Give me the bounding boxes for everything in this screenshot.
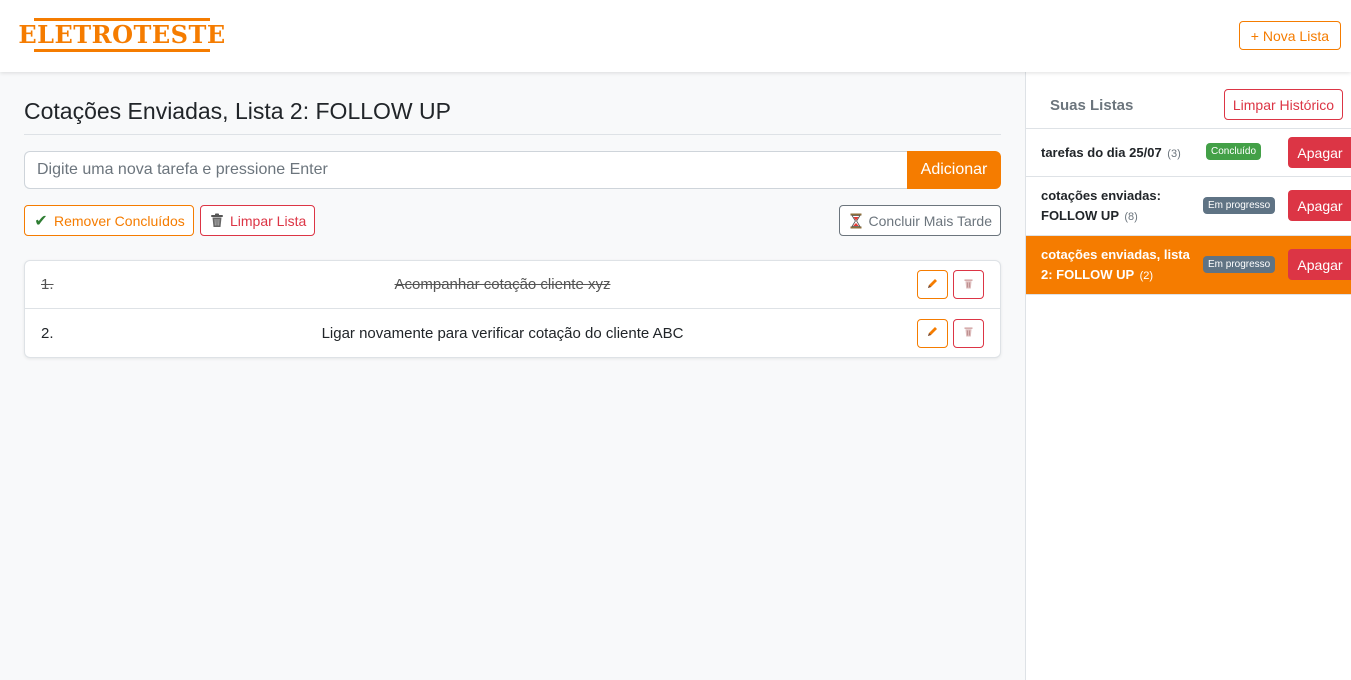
title-divider	[24, 134, 1001, 135]
task-row[interactable]: 2. Ligar novamente para verificar cotaçã…	[25, 309, 1000, 357]
list-item[interactable]: tarefas do dia 25/07 (3) Concluído Apaga…	[1026, 129, 1351, 177]
list-item-title-line2: FOLLOW UP	[1041, 208, 1119, 223]
task-actions	[917, 270, 984, 299]
list-item-title-line2: 2: FOLLOW UP	[1041, 267, 1134, 282]
trash-icon	[964, 278, 973, 292]
clear-list-button[interactable]: Limpar Lista	[200, 205, 316, 236]
list-item-count: (3)	[1167, 148, 1181, 160]
new-task-form: Adicionar	[24, 151, 1001, 189]
task-list: 1. Acompanhar cotação cliente xyz 2. Lig…	[24, 260, 1001, 358]
edit-task-button[interactable]	[917, 318, 948, 348]
remove-completed-label: Remover Concluídos	[54, 212, 185, 229]
list-item-title-line1: cotações enviadas, lista	[1041, 247, 1190, 262]
new-task-input[interactable]	[24, 151, 907, 189]
clear-list-label: Limpar Lista	[230, 212, 307, 229]
list-item-title-line1: cotações enviadas:	[1041, 188, 1161, 203]
top-navbar: ELETROTESTE + Nova Lista	[0, 0, 1351, 72]
task-row[interactable]: 1. Acompanhar cotação cliente xyz	[25, 261, 1000, 309]
finish-later-button[interactable]: Concluir Mais Tarde	[838, 205, 1001, 236]
delete-task-button[interactable]	[953, 318, 984, 348]
delete-task-button[interactable]	[953, 270, 984, 299]
list-item[interactable]: cotações enviadas: FOLLOW UP (8) Em prog…	[1026, 177, 1351, 236]
status-badge: Concluído	[1206, 143, 1262, 160]
edit-task-button[interactable]	[917, 270, 948, 299]
status-badge: Em progresso	[1203, 256, 1276, 273]
brand-logo-text: ELETROTESTE	[18, 20, 226, 49]
add-task-button[interactable]: Adicionar	[907, 151, 1001, 189]
clear-history-button[interactable]: Limpar Histórico	[1223, 89, 1343, 120]
delete-list-button[interactable]: Apagar	[1288, 190, 1351, 221]
new-list-button[interactable]: + Nova Lista	[1238, 21, 1341, 50]
list-item-active[interactable]: cotações enviadas, lista 2: FOLLOW UP (2…	[1026, 236, 1351, 295]
task-number: 2.	[41, 324, 54, 342]
sidebar-header: Suas Listas Limpar Histórico	[1026, 72, 1351, 129]
pencil-icon	[927, 326, 938, 340]
task-text[interactable]: Ligar novamente para verificar cotação d…	[85, 325, 920, 342]
check-icon: ✔	[34, 212, 48, 230]
trash-icon	[209, 213, 225, 229]
sidebar-title: Suas Listas	[1050, 97, 1134, 114]
delete-list-button[interactable]: Apagar	[1288, 137, 1351, 168]
remove-completed-button[interactable]: ✔ Remover Concluídos	[24, 205, 194, 236]
list-item-title: tarefas do dia 25/07	[1041, 145, 1162, 160]
list-item-name: cotações enviadas, lista 2: FOLLOW UP (2…	[1041, 245, 1190, 286]
list-item-count: (8)	[1124, 211, 1138, 223]
trash-icon	[964, 326, 973, 340]
finish-later-label: Concluir Mais Tarde	[868, 212, 992, 229]
task-text[interactable]: Acompanhar cotação cliente xyz	[85, 276, 920, 293]
page-title: Cotações Enviadas, Lista 2: FOLLOW UP	[24, 98, 451, 124]
pencil-icon	[927, 278, 938, 292]
delete-list-button[interactable]: Apagar	[1288, 249, 1351, 280]
task-number: 1.	[41, 276, 54, 293]
list-item-name: tarefas do dia 25/07 (3)	[1041, 143, 1181, 164]
list-actions: ✔ Remover Concluídos Limpar Lista Conclu…	[24, 205, 1001, 236]
list-item-count: (2)	[1139, 270, 1154, 282]
saved-lists: tarefas do dia 25/07 (3) Concluído Apaga…	[1026, 129, 1351, 295]
hourglass-icon	[848, 213, 864, 229]
status-badge: Em progresso	[1203, 197, 1276, 214]
brand-logo[interactable]: ELETROTESTE	[18, 18, 225, 52]
lists-sidebar: Suas Listas Limpar Histórico tarefas do …	[1025, 72, 1351, 680]
task-actions	[917, 318, 984, 348]
list-item-name: cotações enviadas: FOLLOW UP (8)	[1041, 186, 1161, 227]
